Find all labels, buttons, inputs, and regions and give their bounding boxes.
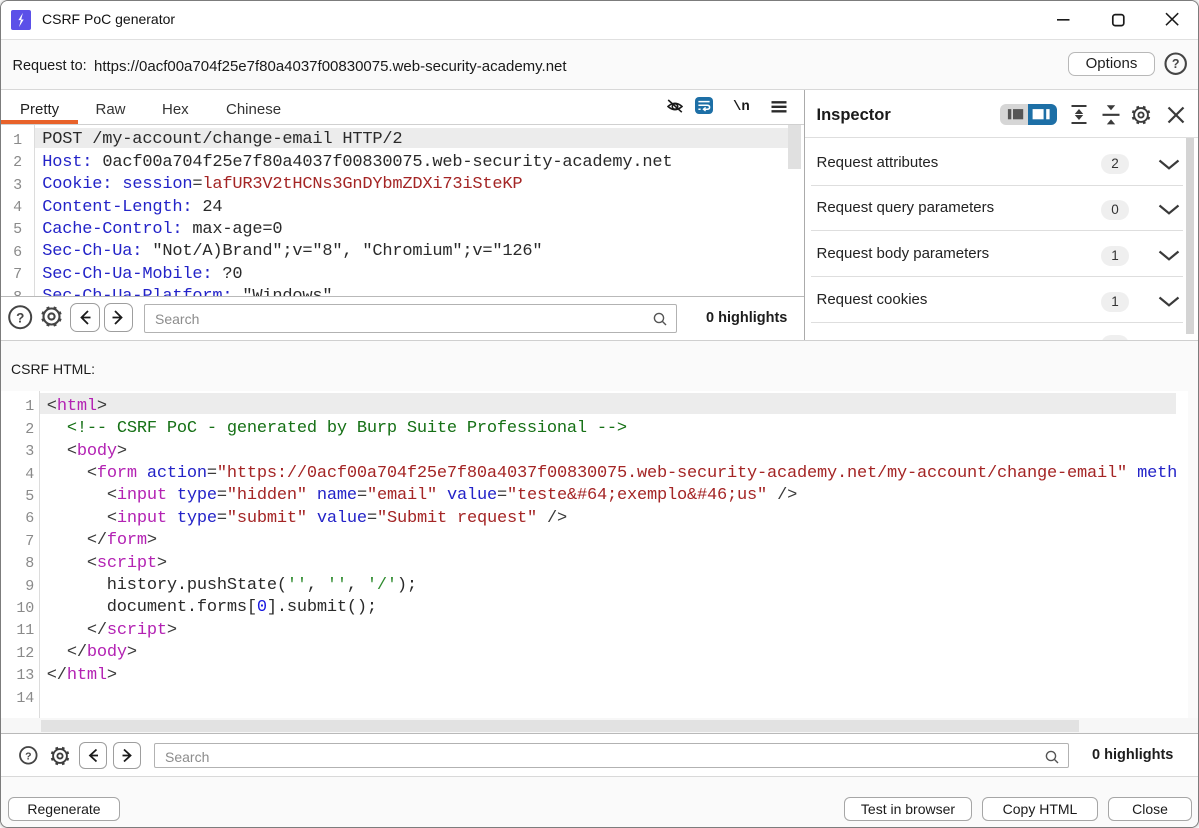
svg-text:?: ?	[16, 310, 24, 325]
svg-text:?: ?	[1172, 57, 1180, 71]
svg-text:?: ?	[25, 750, 31, 762]
